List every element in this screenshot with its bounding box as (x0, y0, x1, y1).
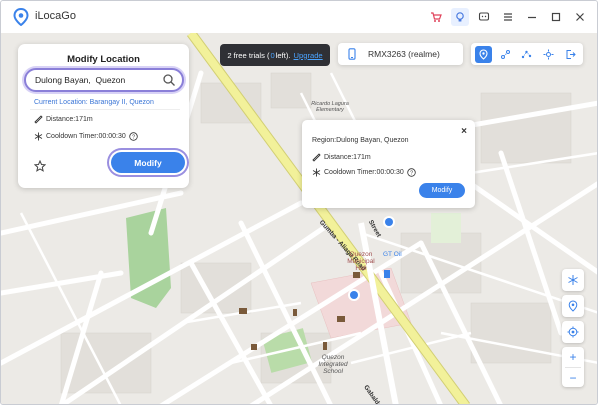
title-bar: iLocaGo (1, 1, 597, 33)
trial-prefix: 2 free trials ( (227, 50, 270, 60)
place-label-gt-oil: GT Oil (383, 251, 402, 258)
star-icon[interactable] (34, 160, 46, 172)
device-name: RMX3263 (realme) (368, 49, 440, 59)
modify-button[interactable]: Modify (111, 152, 185, 173)
multi-spot-mode-icon[interactable] (518, 46, 535, 63)
location-popup: × Region:Dulong Bayan, Quezon Distance:1… (302, 120, 475, 208)
zoom-out-button[interactable]: − (562, 368, 584, 388)
cooldown-text: Cooldown Timer:00:00:30 (46, 133, 126, 140)
popup-distance-text: Distance:171m (324, 154, 371, 161)
divider (30, 109, 180, 110)
modify-location-panel: Modify Location Current Location: Barang… (18, 44, 189, 188)
svg-text:?: ? (410, 171, 413, 177)
phone-icon (348, 48, 356, 60)
trial-banner: 2 free trials ( 0 left). Upgrade (220, 44, 330, 66)
ruler-icon (34, 115, 43, 124)
minimize-icon[interactable] (523, 8, 541, 26)
cooldown-toggle-icon[interactable] (562, 269, 584, 291)
app-title: iLocaGo (35, 10, 76, 22)
current-location-text: Current Location: Barangay II, Quezon (34, 99, 154, 106)
distance-row: Distance:171m (34, 115, 93, 124)
app-window: Gumba - Aliaga Road Street Gabaldon Quez… (0, 0, 598, 405)
title-bar-icons (427, 8, 589, 26)
help-icon[interactable]: ? (129, 132, 138, 141)
menu-icon[interactable] (499, 8, 517, 26)
maximize-icon[interactable] (547, 8, 565, 26)
trial-suffix: left). (275, 50, 291, 60)
popup-cooldown-text: Cooldown Timer:00:00:30 (324, 169, 404, 176)
zoom-in-button[interactable]: + (562, 347, 584, 367)
chat-icon[interactable] (475, 8, 493, 26)
popup-distance-row: Distance:171m (312, 153, 371, 162)
snowflake-icon (34, 132, 43, 141)
popup-region-text: Region:Dulong Bayan, Quezon (312, 137, 409, 144)
svg-text:?: ? (132, 135, 135, 141)
popup-cooldown-row: Cooldown Timer:00:00:30 ? (312, 168, 416, 177)
locate-me-icon[interactable] (562, 321, 584, 343)
two-spot-mode-icon[interactable] (497, 46, 514, 63)
place-label-elementary: Ricardo Lagura Elementary (311, 101, 349, 113)
map-layers-icon[interactable] (562, 295, 584, 317)
destination-pin[interactable] (383, 216, 395, 228)
teleport-mode-icon[interactable] (475, 45, 493, 63)
search-input[interactable] (35, 73, 160, 87)
snowflake-icon (312, 168, 321, 177)
bulb-icon[interactable] (451, 8, 469, 26)
distance-text: Distance:171m (46, 116, 93, 123)
help-icon[interactable]: ? (407, 168, 416, 177)
zoom-control: + − (562, 347, 584, 387)
panel-title: Modify Location (67, 54, 140, 65)
search-box (24, 68, 184, 92)
cart-icon[interactable] (427, 8, 445, 26)
current-location-pin[interactable] (348, 289, 360, 301)
upgrade-link[interactable]: Upgrade (294, 51, 323, 60)
popup-close-icon[interactable]: × (461, 126, 467, 137)
close-icon[interactable] (571, 8, 589, 26)
mode-toolbar (471, 43, 583, 65)
popup-modify-button[interactable]: Modify (419, 183, 465, 198)
ruler-icon (312, 153, 321, 162)
search-icon[interactable] (162, 73, 176, 87)
place-label-school: Quezon Integrated School (318, 354, 348, 375)
trial-count: 0 (270, 50, 275, 60)
joystick-mode-icon[interactable] (540, 46, 557, 63)
cooldown-row: Cooldown Timer:00:00:30 ? (34, 132, 138, 141)
export-icon[interactable] (562, 46, 579, 63)
place-label-municipal-hall: Quezon Municipal Hall (347, 251, 375, 272)
device-selector[interactable]: RMX3263 (realme) (338, 43, 463, 65)
app-logo-icon (13, 8, 29, 26)
